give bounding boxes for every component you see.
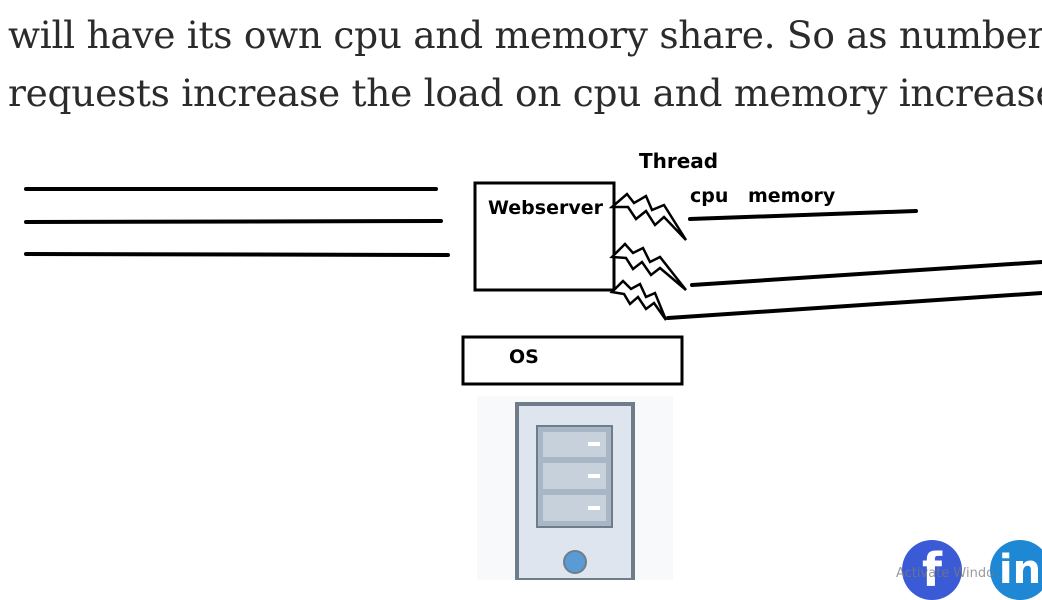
webserver-label: Webserver bbox=[488, 197, 604, 219]
thread-line-2 bbox=[690, 260, 1042, 287]
cpu-label: cpu bbox=[690, 185, 728, 207]
thread-line-3 bbox=[666, 291, 1042, 320]
os-box bbox=[461, 335, 684, 386]
request-line-3 bbox=[24, 252, 450, 257]
activate-windows-watermark: Activate Windo bbox=[896, 566, 995, 581]
lightning-bolt-icon bbox=[609, 279, 668, 321]
linkedin-share-button[interactable]: in bbox=[990, 540, 1042, 600]
webserver-thread-diagram: Webserver Thread cpu memory OS bbox=[24, 149, 1042, 580]
lightning-bolt-icon bbox=[608, 192, 688, 241]
thread-line-1 bbox=[688, 209, 918, 221]
request-line-2 bbox=[24, 219, 443, 224]
memory-label: memory bbox=[748, 185, 836, 207]
thread-label: Thread bbox=[639, 149, 718, 173]
os-label: OS bbox=[509, 346, 539, 368]
server-tower-icon bbox=[477, 396, 673, 580]
linkedin-icon: in bbox=[998, 547, 1042, 593]
